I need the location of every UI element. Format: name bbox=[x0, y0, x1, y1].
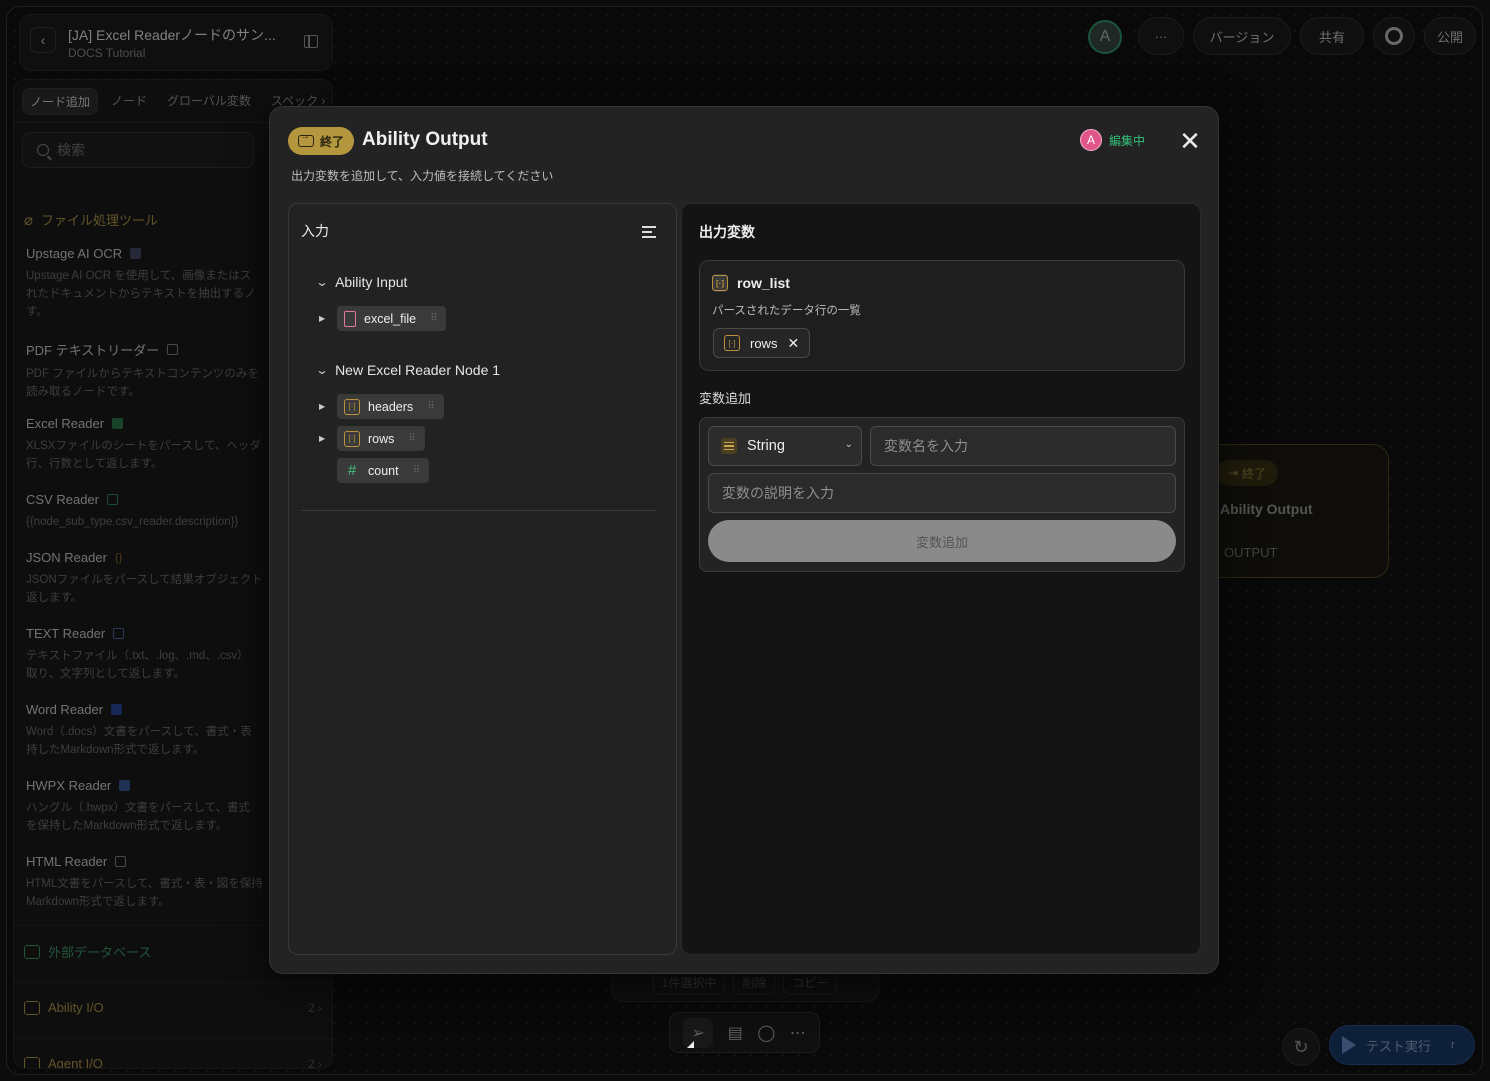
expand-arrow-icon[interactable]: ▶ bbox=[319, 314, 325, 323]
output-panel: 出力変数 [·] row_list パースされたデータ行の一覧 [·] rows … bbox=[681, 203, 1201, 955]
badge-label: 終了 bbox=[319, 134, 344, 149]
connected-var-name: rows bbox=[750, 335, 778, 351]
input-var-count[interactable]: # count ⠿ bbox=[337, 458, 429, 483]
remove-icon[interactable]: ✕ bbox=[787, 335, 799, 352]
expand-arrow-icon[interactable]: ▶ bbox=[319, 402, 325, 411]
align-menu-icon[interactable] bbox=[642, 226, 656, 238]
array-icon: [·] bbox=[344, 398, 360, 415]
exit-icon bbox=[297, 131, 314, 147]
chevron-down-icon: ⌄ bbox=[844, 439, 853, 450]
close-icon: ✕ bbox=[1179, 126, 1201, 156]
var-name: row_list bbox=[737, 275, 790, 291]
var-name: rows bbox=[368, 431, 395, 446]
editor-avatar: A bbox=[1080, 129, 1102, 151]
connected-var-tag: [·] rows ✕ bbox=[713, 328, 811, 358]
input-var-headers[interactable]: [·] headers ⠿ bbox=[337, 394, 444, 419]
chevron-down-icon: ⌄ bbox=[315, 275, 329, 289]
expand-arrow-icon[interactable]: ▶ bbox=[319, 434, 325, 443]
ability-output-modal: 終了 Ability Output 出力変数を追加して、入力値を接続してください… bbox=[269, 106, 1219, 1048]
modal-description: 出力変数を追加して、入力値を接続してください bbox=[291, 169, 554, 183]
var-name: headers bbox=[368, 399, 414, 414]
modal-title: Ability Output bbox=[362, 129, 488, 150]
group-name: Ability Input bbox=[335, 274, 408, 290]
chevron-down-icon: ⌄ bbox=[315, 363, 329, 377]
string-type-icon bbox=[721, 438, 737, 454]
input-group-ability-input[interactable]: ⌄ Ability Input bbox=[315, 274, 408, 290]
input-panel: 入力 ⌄ Ability Input ▶ excel_file ⠿ ⌄ New E… bbox=[288, 203, 694, 1048]
var-name: excel_file bbox=[364, 311, 417, 326]
array-icon: [·] bbox=[712, 275, 728, 291]
add-variable-label: 変数追加 bbox=[699, 391, 752, 406]
end-badge: 終了 bbox=[288, 127, 354, 155]
input-var-excel-file[interactable]: excel_file ⠿ bbox=[337, 306, 447, 331]
type-select[interactable]: String ⌄ bbox=[708, 426, 862, 466]
group-name: New Excel Reader Node 1 bbox=[335, 362, 501, 378]
array-icon: [·] bbox=[724, 335, 740, 351]
drag-handle-icon[interactable]: ⠿ bbox=[413, 465, 420, 476]
drag-handle-icon[interactable]: ⠿ bbox=[408, 433, 415, 444]
var-name: count bbox=[368, 463, 399, 478]
editing-label: 編集中 bbox=[1109, 133, 1146, 148]
resize-handle[interactable] bbox=[687, 1041, 694, 1048]
var-name-input[interactable]: 変数名を入力 bbox=[870, 426, 1176, 466]
input-group-excel-reader[interactable]: ⌄ New Excel Reader Node 1 bbox=[315, 362, 501, 378]
add-variable-button[interactable]: 変数追加 bbox=[708, 520, 1176, 562]
type-value: String bbox=[747, 438, 785, 454]
array-icon: [·] bbox=[344, 430, 360, 447]
output-panel-header: 出力変数 bbox=[699, 224, 755, 240]
close-button[interactable]: ✕ bbox=[1176, 127, 1204, 155]
editing-status: A 編集中 bbox=[1080, 129, 1145, 151]
var-desc: パースされたデータ行の一覧 bbox=[712, 305, 861, 317]
add-variable-form: String ⌄ 変数名を入力 変数の説明を入力 変数追加 bbox=[699, 417, 1185, 572]
var-desc-input[interactable]: 変数の説明を入力 bbox=[708, 473, 1176, 513]
input-var-rows[interactable]: [·] rows ⠿ bbox=[337, 426, 425, 451]
output-var-card[interactable]: [·] row_list パースされたデータ行の一覧 [·] rows ✕ bbox=[699, 260, 1185, 371]
drag-handle-icon[interactable]: ⠿ bbox=[427, 401, 434, 412]
input-panel-divider bbox=[301, 510, 656, 511]
input-panel-header: 入力 bbox=[301, 223, 329, 239]
file-icon bbox=[344, 310, 356, 327]
hash-icon: # bbox=[347, 462, 357, 479]
drag-handle-icon[interactable]: ⠿ bbox=[430, 313, 437, 324]
